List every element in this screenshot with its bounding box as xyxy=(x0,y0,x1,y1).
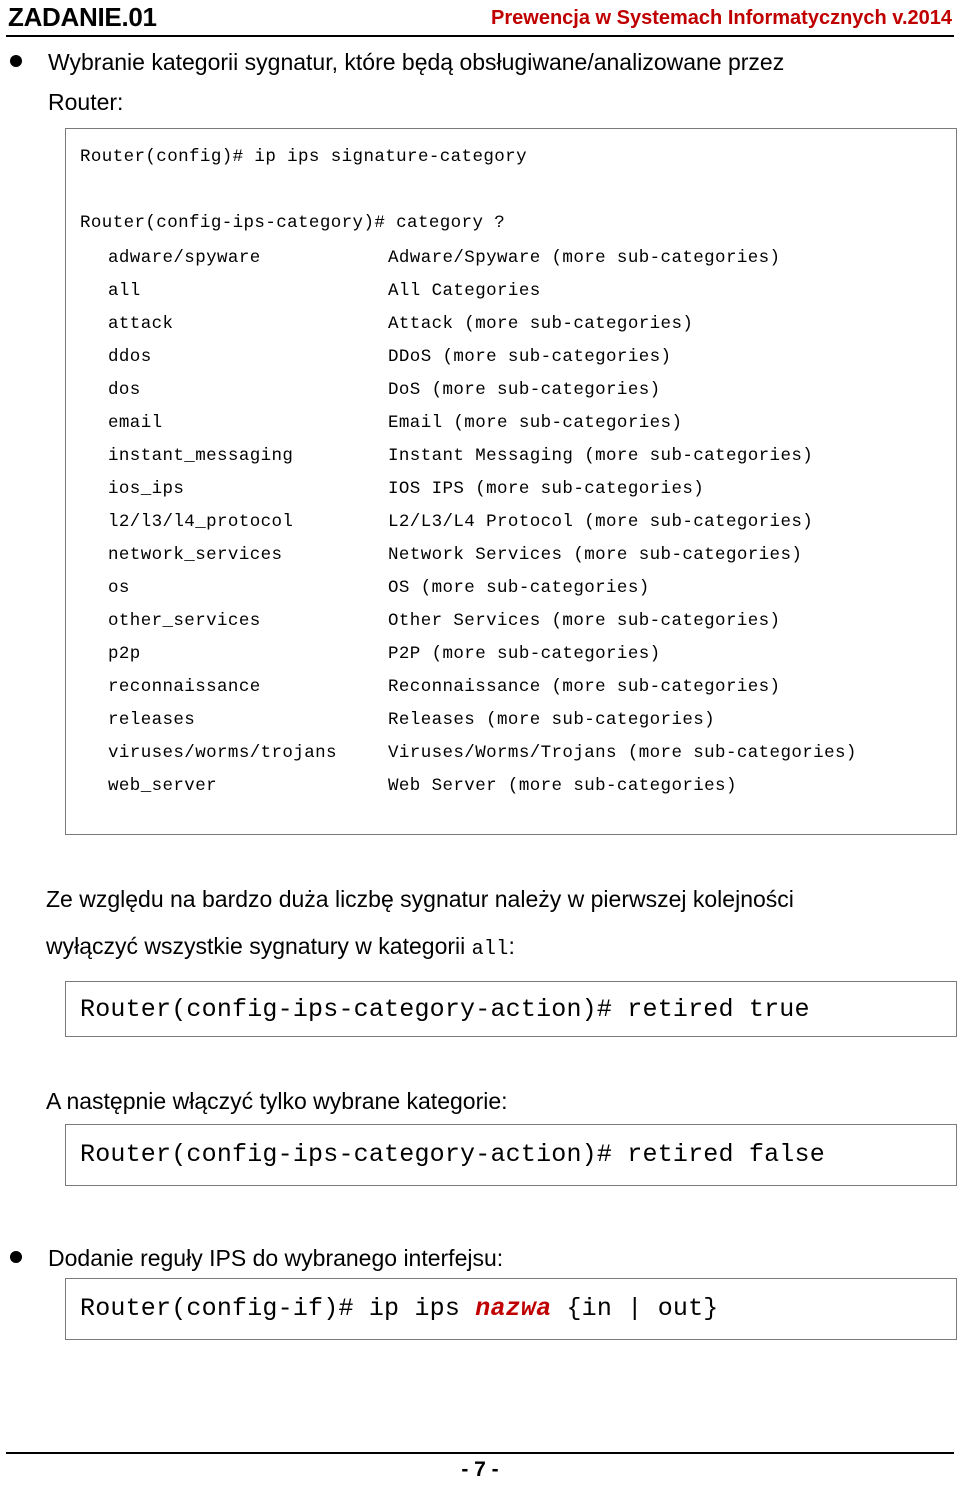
category-keyword: all xyxy=(108,280,141,301)
table-row: adware/spyware Adware/Spyware (more sub-… xyxy=(108,241,857,274)
code-box-retired-false: Router(config-ips-category-action)# reti… xyxy=(65,1124,957,1186)
paragraph-retire-all-line1: Ze względu na bardzo duża liczbę sygnatu… xyxy=(46,886,794,912)
console-output-box: Router(config)# ip ips signature-categor… xyxy=(65,128,957,835)
category-keyword: reconnaissance xyxy=(108,676,261,697)
table-row: all All Categories xyxy=(108,274,857,307)
category-description: OS (more sub-categories) xyxy=(388,577,650,598)
paragraph-retire-all: Ze względu na bardzo duża liczbę sygnatu… xyxy=(46,876,946,973)
code-prefix: Router(config-if)# ip ips xyxy=(80,1294,476,1323)
table-row: dos DoS (more sub-categories) xyxy=(108,373,857,406)
table-row: p2p P2P (more sub-categories) xyxy=(108,637,857,670)
category-keyword: p2p xyxy=(108,643,141,664)
category-keyword: viruses/worms/trojans xyxy=(108,742,337,763)
paragraph-retire-all-line2-suffix: : xyxy=(508,933,515,959)
category-keyword: os xyxy=(108,577,130,598)
paragraph-retire-all-line2: wyłączyć wszystkie sygnatury w kategorii… xyxy=(46,923,946,973)
paragraph-enable-selected: A następnie włączyć tylko wybrane katego… xyxy=(46,1088,508,1114)
category-description: DoS (more sub-categories) xyxy=(388,379,661,400)
code-box-retired-true: Router(config-ips-category-action)# reti… xyxy=(65,981,957,1037)
bullet-item-add-ips-rule: Dodanie reguły IPS do wybranego interfej… xyxy=(10,1238,950,1278)
category-description: L2/L3/L4 Protocol (more sub-categories) xyxy=(388,511,814,532)
category-keyword: dos xyxy=(108,379,141,400)
console-prompt-signature-category: Router(config)# ip ips signature-categor… xyxy=(80,147,527,167)
table-row: web_server Web Server (more sub-categori… xyxy=(108,769,857,802)
category-description: DDoS (more sub-categories) xyxy=(388,346,672,367)
bullet-text-line1: Wybranie kategorii sygnatur, które będą … xyxy=(48,49,785,75)
category-description: Viruses/Worms/Trojans (more sub-categori… xyxy=(388,742,857,763)
category-description: Reconnaissance (more sub-categories) xyxy=(388,676,781,697)
category-keyword: web_server xyxy=(108,775,218,796)
category-keyword: instant_messaging xyxy=(108,445,294,466)
category-keyword: l2/l3/l4_protocol xyxy=(108,511,294,532)
table-row: ios_ips IOS IPS (more sub-categories) xyxy=(108,472,857,505)
category-keyword: releases xyxy=(108,709,196,730)
page-number: - 7 - xyxy=(461,1458,499,1481)
bullet-item-select-categories: Wybranie kategorii sygnatur, które będą … xyxy=(10,42,950,122)
category-keyword: attack xyxy=(108,313,174,334)
inline-code-all: all xyxy=(471,938,509,961)
category-keyword: email xyxy=(108,412,163,433)
category-description: Adware/Spyware (more sub-categories) xyxy=(388,247,781,268)
table-row: email Email (more sub-categories) xyxy=(108,406,857,439)
bullet-text-line2: Router: xyxy=(48,89,124,115)
category-description: P2P (more sub-categories) xyxy=(388,643,661,664)
console-prompt-category-help: Router(config-ips-category)# category ? xyxy=(80,213,506,233)
header-divider xyxy=(6,35,954,37)
table-row: ddos DDoS (more sub-categories) xyxy=(108,340,857,373)
table-row: viruses/worms/trojans Viruses/Worms/Troj… xyxy=(108,736,857,769)
category-description: Instant Messaging (more sub-categories) xyxy=(388,445,814,466)
category-keyword: other_services xyxy=(108,610,261,631)
task-id-label: ZADANIE.01 xyxy=(8,2,157,32)
table-row: os OS (more sub-categories) xyxy=(108,571,857,604)
footer-divider xyxy=(6,1452,954,1454)
course-title-label: Prewencja w Systemach Informatycznych v.… xyxy=(491,7,952,29)
table-row: releases Releases (more sub-categories) xyxy=(108,703,857,736)
category-keyword: adware/spyware xyxy=(108,247,261,268)
category-description: Web Server (more sub-categories) xyxy=(388,775,737,796)
table-row: attack Attack (more sub-categories) xyxy=(108,307,857,340)
table-row: reconnaissance Reconnaissance (more sub-… xyxy=(108,670,857,703)
category-description: Releases (more sub-categories) xyxy=(388,709,716,730)
code-variable-nazwa: nazwa xyxy=(475,1294,552,1323)
category-list-table: adware/spyware Adware/Spyware (more sub-… xyxy=(108,241,857,802)
category-description: Network Services (more sub-categories) xyxy=(388,544,803,565)
category-keyword: ios_ips xyxy=(108,478,185,499)
table-row: network_services Network Services (more … xyxy=(108,538,857,571)
category-description: Email (more sub-categories) xyxy=(388,412,683,433)
category-description: IOS IPS (more sub-categories) xyxy=(388,478,705,499)
bullet-dot-icon xyxy=(10,55,22,67)
category-keyword: network_services xyxy=(108,544,283,565)
category-description: Other Services (more sub-categories) xyxy=(388,610,781,631)
table-row: other_services Other Services (more sub-… xyxy=(108,604,857,637)
category-description: Attack (more sub-categories) xyxy=(388,313,694,334)
paragraph-retire-all-line2-prefix: wyłączyć wszystkie sygnatury w kategorii xyxy=(46,933,472,959)
bullet-text-add-ips-rule: Dodanie reguły IPS do wybranego interfej… xyxy=(48,1245,504,1271)
table-row: instant_messaging Instant Messaging (mor… xyxy=(108,439,857,472)
category-keyword: ddos xyxy=(108,346,152,367)
code-line-ip-ips-interface: Router(config-if)# ip ips nazwa {in | ou… xyxy=(80,1291,719,1327)
code-suffix: {in | out} xyxy=(551,1294,719,1323)
code-line-retired-false: Router(config-ips-category-action)# reti… xyxy=(80,1140,825,1169)
category-description: All Categories xyxy=(388,280,541,301)
bullet-dot-icon xyxy=(10,1251,22,1263)
table-row: l2/l3/l4_protocol L2/L3/L4 Protocol (mor… xyxy=(108,505,857,538)
document-header: ZADANIE.01 Prewencja w Systemach Informa… xyxy=(8,2,952,36)
code-box-ip-ips-interface: Router(config-if)# ip ips nazwa {in | ou… xyxy=(65,1278,957,1340)
code-line-retired-true: Router(config-ips-category-action)# reti… xyxy=(80,995,810,1024)
